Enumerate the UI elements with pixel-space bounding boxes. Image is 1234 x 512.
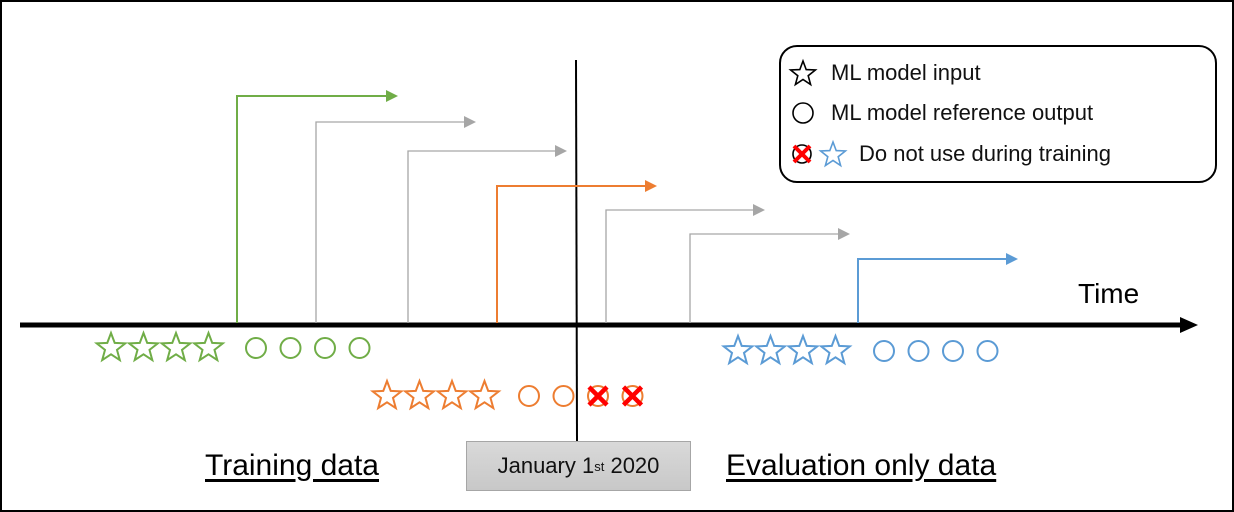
output-circle-icon	[976, 340, 999, 362]
input-star-icon	[158, 330, 194, 363]
arrowhead-icon	[645, 180, 657, 192]
input-star-icon	[402, 378, 437, 411]
window-5-arrow	[605, 204, 765, 323]
input-star-icon	[720, 333, 756, 366]
input-star-icon	[191, 330, 226, 363]
output-circle-icon	[873, 340, 895, 362]
input-star-icon	[93, 330, 129, 363]
legend-label: Do not use during training	[859, 141, 1111, 166]
training-window-arrow	[236, 90, 398, 323]
window-2-arrow	[315, 116, 476, 323]
output-circle-icon	[552, 385, 575, 407]
input-star-icon	[126, 330, 161, 363]
output-circle-icon	[348, 337, 371, 359]
window-line	[689, 233, 840, 323]
input-star-icon	[818, 333, 853, 366]
legend-item-excluded: Do not use during training	[781, 136, 1111, 172]
crossed-circle-icon	[792, 144, 812, 164]
output-circle-icon	[314, 337, 336, 359]
cutoff-date-year: 2020	[604, 453, 660, 478]
blue-star-icon	[818, 139, 848, 168]
time-axis-arrowhead	[1180, 317, 1198, 333]
time-axis	[20, 317, 1198, 333]
window-line	[407, 150, 557, 323]
window-6-arrow	[689, 228, 850, 323]
window-line	[315, 121, 466, 323]
legend: ML model input ML model reference output…	[779, 45, 1217, 183]
cutoff-date-day: January 1	[497, 453, 595, 478]
window-line	[496, 185, 647, 323]
star-icon	[788, 58, 818, 87]
input-star-icon	[369, 378, 405, 411]
training-samples	[93, 330, 371, 363]
arrowhead-icon	[555, 145, 567, 157]
window-line	[605, 209, 755, 323]
output-circle-icon	[518, 385, 540, 407]
time-axis-label: Time	[1078, 278, 1140, 309]
legend-item-input: ML model input	[781, 55, 981, 91]
legend-label: ML model reference output	[831, 100, 1094, 125]
cutoff-date-suffix: st	[594, 458, 605, 474]
circle-icon	[792, 102, 814, 124]
window-3-arrow	[407, 145, 567, 323]
window-line	[236, 95, 388, 323]
excluded-output-circle-icon	[587, 385, 609, 407]
legend-label: ML model input	[831, 60, 981, 85]
output-circle-icon	[279, 337, 302, 359]
training-data-caption: Training data	[205, 449, 379, 482]
arrowhead-icon	[838, 228, 850, 240]
evaluation-samples	[720, 333, 999, 366]
output-circle-icon	[907, 340, 930, 362]
input-star-icon	[434, 378, 470, 411]
input-star-icon	[785, 333, 821, 366]
excluded-output-circle-icon	[621, 385, 644, 407]
output-circle-icon	[942, 340, 964, 362]
legend-item-output: ML model reference output	[781, 95, 1093, 131]
window-line	[857, 258, 1008, 323]
straddling-samples	[369, 378, 644, 411]
arrowhead-icon	[386, 90, 398, 102]
output-circle-icon	[245, 337, 267, 359]
cutoff-date-label: January 1st 2020	[466, 441, 691, 491]
cutoff-line	[575, 59, 578, 442]
arrowhead-icon	[1006, 253, 1018, 265]
arrowhead-icon	[464, 116, 476, 128]
arrowhead-icon	[753, 204, 765, 216]
input-star-icon	[467, 378, 502, 411]
evaluation-window-arrow	[857, 253, 1018, 323]
evaluation-data-caption: Evaluation only data	[726, 449, 997, 482]
input-star-icon	[753, 333, 788, 366]
